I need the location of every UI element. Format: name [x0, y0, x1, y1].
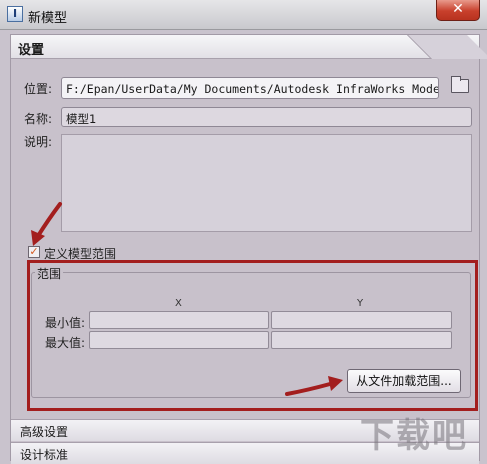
section-title: 设置 — [18, 43, 45, 58]
description-textarea[interactable] — [61, 134, 472, 232]
name-field[interactable]: 模型1 — [61, 107, 472, 127]
location-label: 位置: — [24, 82, 53, 96]
define-extent-checkbox[interactable]: ✓ — [28, 246, 40, 258]
checkmark-icon: ✓ — [29, 245, 39, 258]
advanced-settings-label: 高级设置 — [20, 425, 69, 439]
design-standard-label: 设计标准 — [20, 448, 69, 462]
watermark-logo: 下载吧 — [360, 416, 468, 456]
title-bar: I 新模型 ✕ — [0, 0, 487, 30]
header-tab-shape — [407, 35, 487, 59]
window-title: 新模型 — [28, 11, 68, 26]
description-label: 说明: — [24, 135, 53, 149]
name-label: 名称: — [24, 112, 53, 126]
location-field[interactable]: F:/Epan/UserData/My Documents/Autodesk I… — [61, 77, 439, 99]
annotation-highlight-box — [27, 260, 478, 411]
settings-section-header[interactable]: 设置 — [11, 35, 487, 59]
close-icon: ✕ — [452, 1, 464, 17]
close-button[interactable]: ✕ — [436, 0, 480, 21]
folder-icon[interactable] — [451, 76, 469, 93]
app-icon: I — [7, 6, 23, 22]
